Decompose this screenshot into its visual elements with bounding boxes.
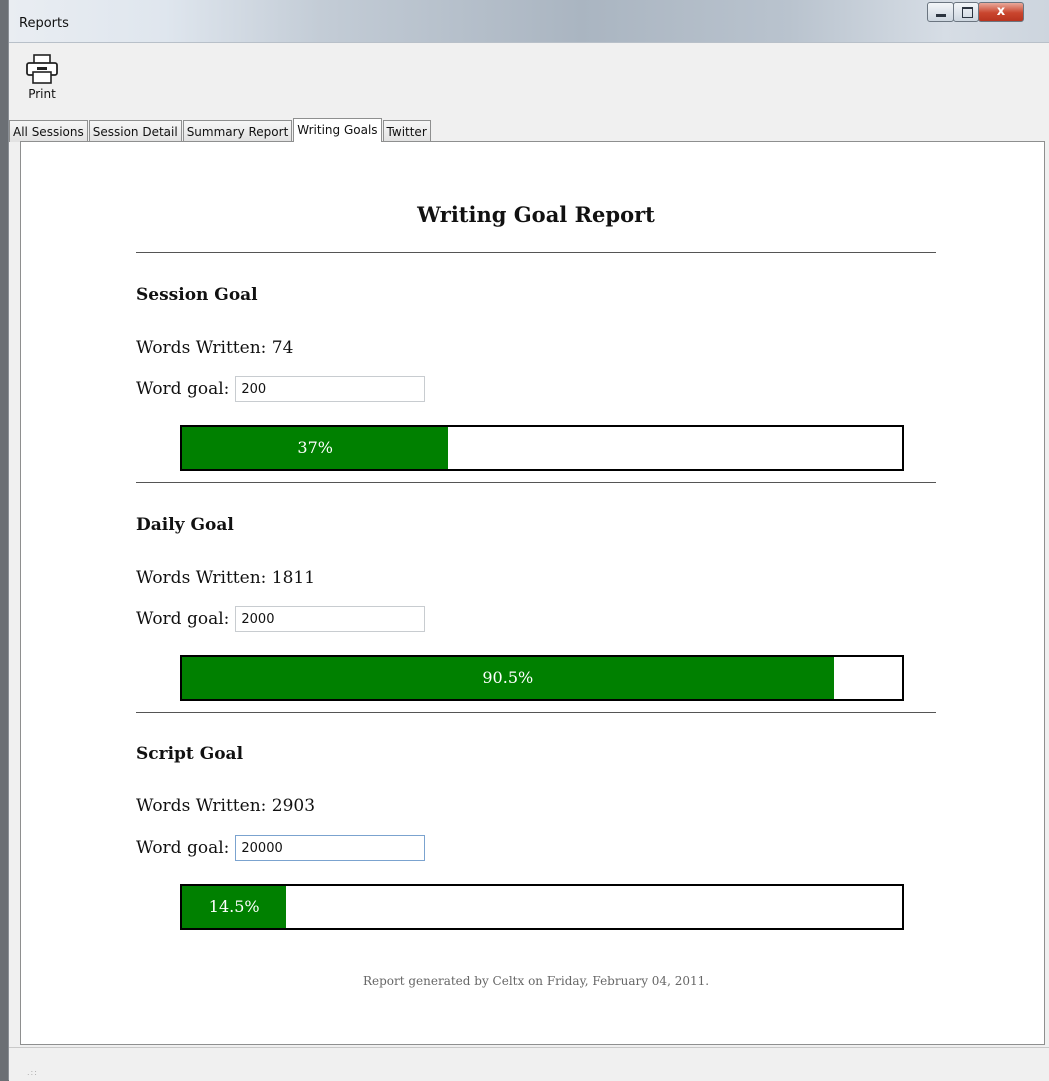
- script-words-written: Words Written: 2903: [136, 796, 316, 816]
- script-word-goal-label: Word goal:: [136, 838, 230, 858]
- status-bar: .::: [9, 1047, 1049, 1081]
- script-progress-bar: 14.5%: [180, 884, 904, 930]
- session-progress-label: 37%: [297, 438, 333, 457]
- session-word-goal-input[interactable]: [235, 376, 426, 402]
- report-title: Writing Goal Report: [417, 202, 655, 227]
- daily-word-goal-label: Word goal:: [136, 609, 230, 629]
- script-word-goal-row: Word goal:: [136, 835, 426, 861]
- tab-twitter[interactable]: Twitter: [382, 120, 431, 142]
- daily-word-goal-row: Word goal:: [136, 606, 426, 632]
- minimize-button[interactable]: [927, 2, 954, 22]
- resize-grip-icon[interactable]: .::: [27, 1068, 38, 1077]
- toolbar: Print: [9, 43, 1049, 118]
- tab-summary-report[interactable]: Summary Report: [182, 120, 293, 142]
- close-button[interactable]: x: [978, 2, 1024, 22]
- close-icon: x: [996, 4, 1006, 19]
- script-word-goal-input[interactable]: [235, 835, 426, 861]
- minimize-icon: [936, 14, 946, 17]
- session-goal-heading: Session Goal: [136, 285, 258, 305]
- daily-word-goal-input[interactable]: [235, 606, 426, 632]
- maximize-button[interactable]: [953, 2, 979, 22]
- divider: [136, 252, 936, 253]
- daily-words-written: Words Written: 1811: [136, 568, 316, 588]
- title-bar[interactable]: Reports x: [9, 0, 1049, 43]
- divider: [136, 712, 936, 713]
- maximize-icon: [962, 7, 973, 18]
- daily-goal-heading: Daily Goal: [136, 515, 234, 535]
- daily-progress-bar: 90.5%: [180, 655, 904, 701]
- window-title: Reports: [19, 16, 69, 31]
- print-button[interactable]: Print: [17, 49, 67, 113]
- session-words-written: Words Written: 74: [136, 338, 294, 358]
- script-goal-heading: Script Goal: [136, 744, 244, 764]
- report-content: Writing Goal Report Session Goal Words W…: [20, 141, 1045, 1045]
- session-word-goal-label: Word goal:: [136, 379, 230, 399]
- report-footer: Report generated by Celtx on Friday, Feb…: [362, 974, 710, 988]
- divider: [136, 482, 936, 483]
- tab-writing-goals[interactable]: Writing Goals: [293, 118, 382, 142]
- daily-progress-label: 90.5%: [482, 668, 534, 687]
- printer-icon: [26, 54, 58, 84]
- session-word-goal-row: Word goal:: [136, 376, 426, 402]
- tab-all-sessions[interactable]: All Sessions: [9, 120, 88, 142]
- tab-session-detail[interactable]: Session Detail: [88, 120, 182, 142]
- report-tabs: All Sessions Session Detail Summary Repo…: [9, 118, 432, 142]
- reports-window: Reports x Print All Sessions Session Det…: [8, 0, 1049, 1081]
- session-progress-bar: 37%: [180, 425, 904, 471]
- print-label: Print: [28, 87, 56, 101]
- script-progress-label: 14.5%: [208, 897, 260, 916]
